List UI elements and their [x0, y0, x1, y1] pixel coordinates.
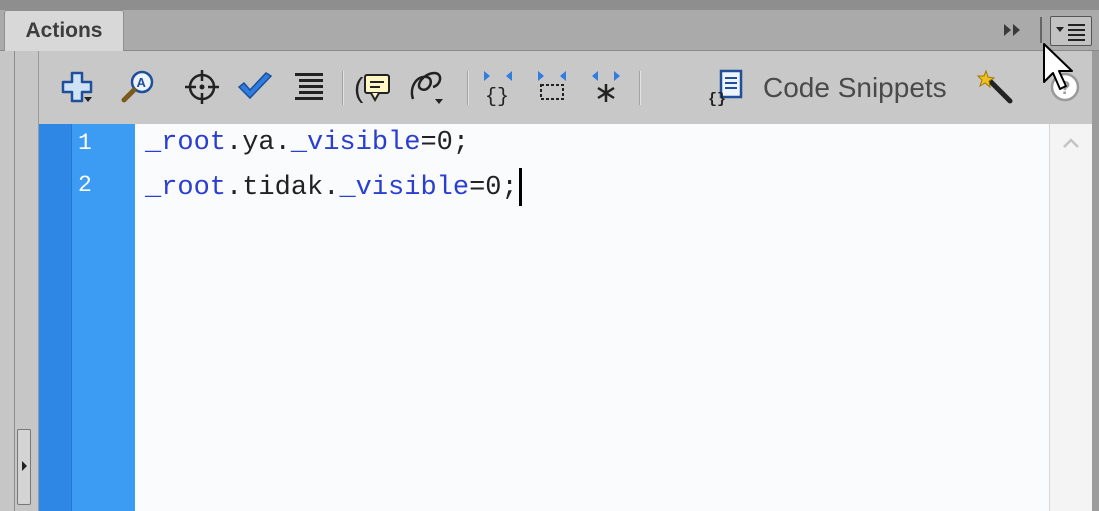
- toolbar-separator: [342, 71, 344, 105]
- svg-text:A: A: [137, 75, 147, 90]
- debug-options-icon[interactable]: [407, 67, 447, 107]
- code-token-dot: .: [226, 128, 243, 158]
- code-token-dot: .: [323, 173, 340, 204]
- toolbar-separator: [467, 71, 469, 105]
- double-chevron-right-icon[interactable]: [998, 19, 1028, 41]
- add-plus-icon[interactable]: [57, 67, 97, 107]
- code-line[interactable]: _root.tidak._visible=0;: [145, 168, 522, 206]
- window-top-strip: [0, 0, 1099, 10]
- script-editor[interactable]: _root.ya._visible=0; _root.tidak._visibl…: [135, 124, 1049, 511]
- target-crosshair-icon[interactable]: [182, 67, 222, 107]
- code-token-instance: tidak: [242, 173, 324, 204]
- sidebar-toggle-handle[interactable]: [17, 429, 31, 505]
- svg-text:{}: {}: [708, 91, 726, 107]
- expand-all-icon[interactable]: [586, 67, 626, 107]
- code-snippets-label[interactable]: Code Snippets: [763, 71, 947, 105]
- code-token-assignment: =0;: [420, 128, 470, 158]
- toolbar-separator: [639, 71, 641, 105]
- collapse-selection-icon[interactable]: [532, 67, 572, 107]
- collapse-braces-icon[interactable]: {}: [478, 67, 518, 107]
- svg-text:{}: {}: [485, 86, 509, 107]
- script-assist-wand-icon[interactable]: [976, 67, 1016, 107]
- panel-tab-bar: Actions: [0, 10, 1099, 51]
- code-hint-icon[interactable]: (: [353, 67, 393, 107]
- mouse-pointer-icon: [1042, 42, 1078, 96]
- line-number-gutter: 1 2: [71, 124, 136, 511]
- code-token-dot: .: [274, 128, 291, 158]
- text-caret: [518, 168, 522, 206]
- code-token-property: _visible: [339, 173, 470, 204]
- code-token-root: _root: [145, 173, 227, 204]
- vertical-scrollbar[interactable]: [1049, 124, 1093, 511]
- code-token-property: _visible: [290, 128, 421, 158]
- code-token-assignment: =0;: [469, 173, 518, 204]
- svg-text:(: (: [354, 72, 364, 103]
- panel-right-edge: [1092, 51, 1099, 511]
- line-number: 1: [78, 130, 92, 156]
- line-number: 2: [78, 172, 92, 198]
- panel-left-margin: [0, 51, 39, 511]
- code-snippets-icon[interactable]: {}: [707, 67, 747, 107]
- expand-arrow-icon: [22, 461, 27, 471]
- scroll-up-chevron-icon[interactable]: [1062, 136, 1080, 148]
- code-line[interactable]: _root.ya._visible=0;: [145, 128, 469, 158]
- code-token-root: _root: [145, 128, 227, 158]
- actions-panel-tab[interactable]: Actions: [4, 10, 124, 51]
- code-token-instance: ya: [242, 128, 275, 158]
- actions-toolbar: A ({} {} Code Snippets ?: [39, 51, 1099, 124]
- tab-bar-divider: [1040, 17, 1042, 43]
- code-token-dot: .: [226, 173, 243, 204]
- gutter-band: [39, 124, 71, 511]
- find-magnifier-icon[interactable]: A: [119, 67, 159, 107]
- auto-format-icon[interactable]: [289, 67, 329, 107]
- check-syntax-icon[interactable]: [235, 67, 275, 107]
